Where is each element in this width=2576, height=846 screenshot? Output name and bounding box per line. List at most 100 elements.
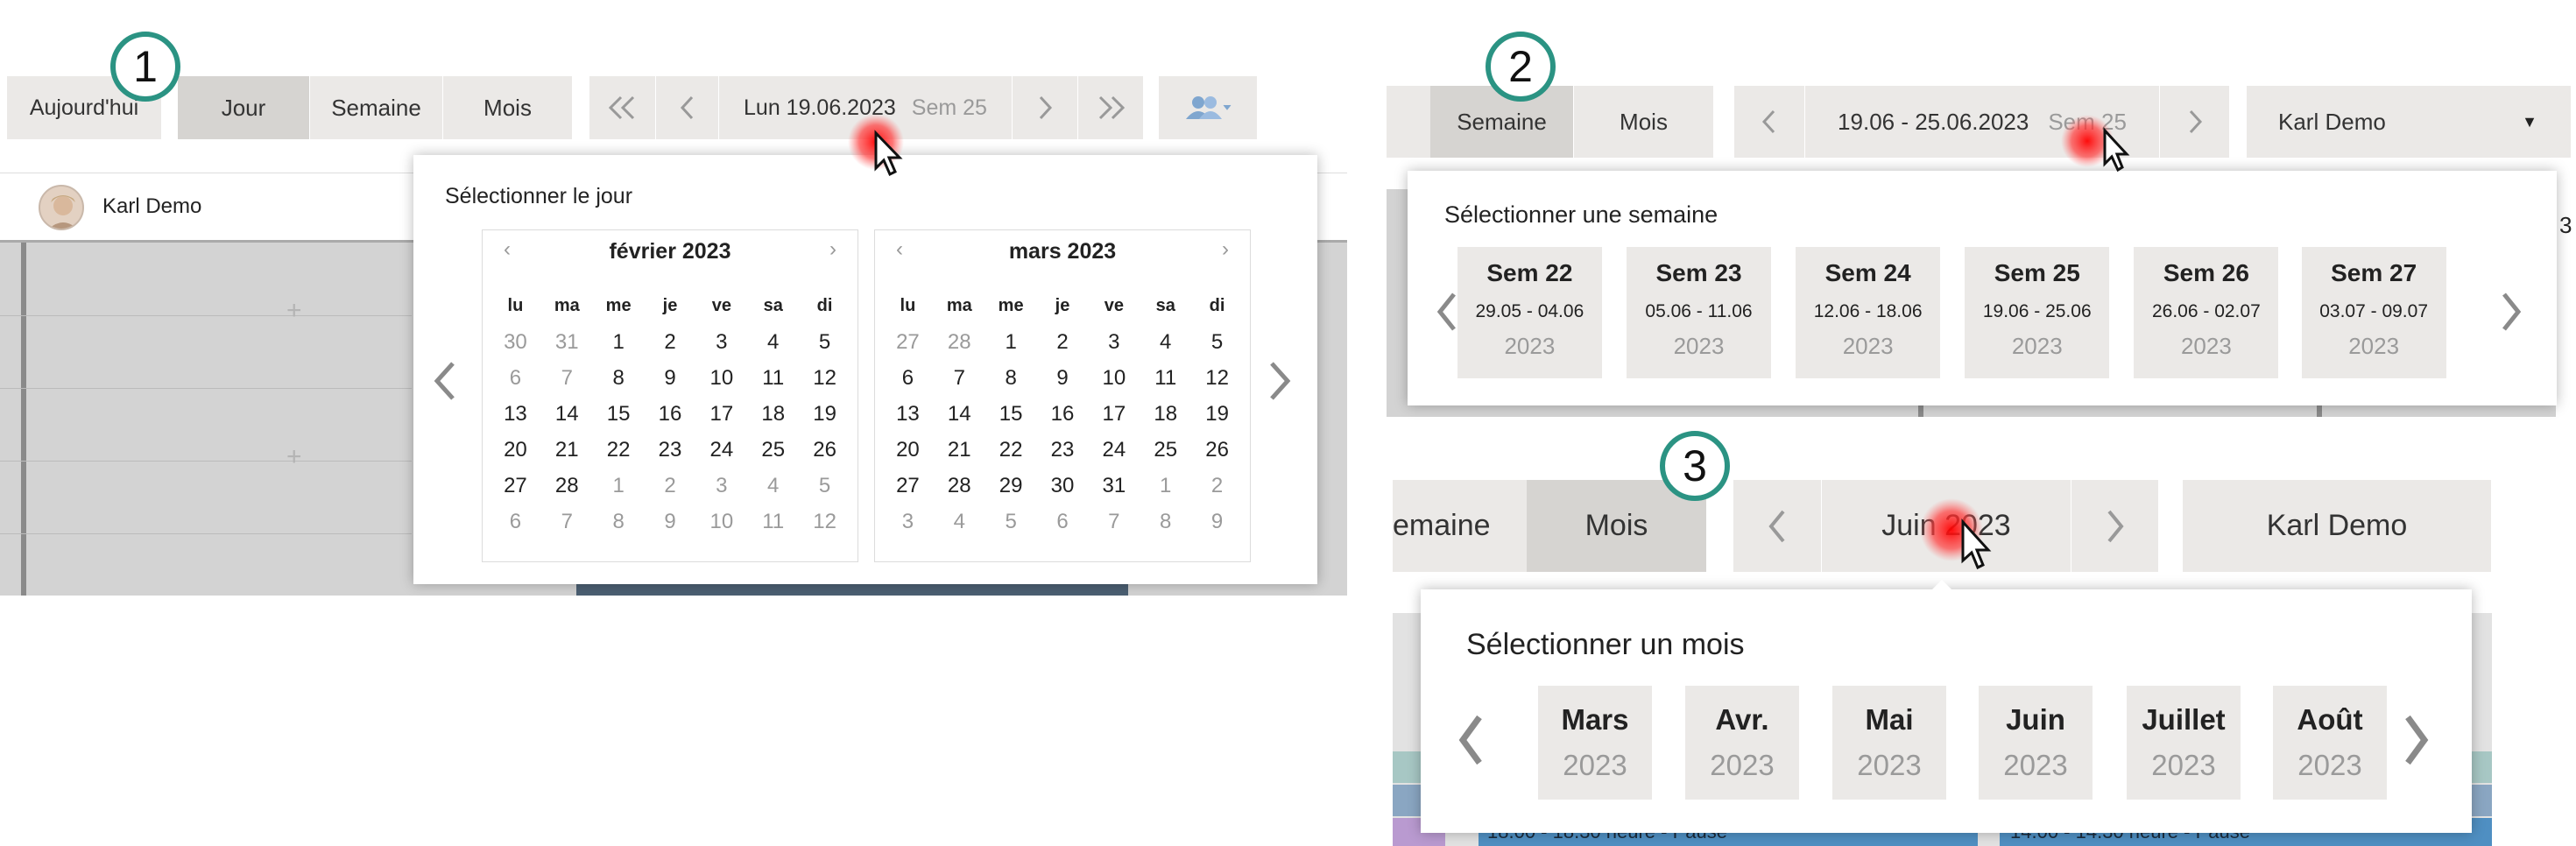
prev-day-button[interactable] xyxy=(655,76,718,139)
employee-select[interactable]: Karl Demo xyxy=(2183,480,2491,572)
calendar-day[interactable]: 6 xyxy=(1037,504,1089,539)
calendar-day[interactable]: 19 xyxy=(799,396,850,432)
calendar-day[interactable]: 16 xyxy=(1037,396,1089,432)
calendar-day[interactable]: 2 xyxy=(645,468,696,504)
calendar-day[interactable]: 16 xyxy=(645,396,696,432)
calendar-day[interactable]: 28 xyxy=(934,324,985,360)
calendar-day[interactable]: 22 xyxy=(593,432,645,468)
employee-filter-button[interactable] xyxy=(1159,76,1257,139)
calendar-day[interactable]: 23 xyxy=(645,432,696,468)
employee-select[interactable]: Karl Demo ▼ xyxy=(2247,86,2571,158)
calendar-day[interactable]: 4 xyxy=(934,504,985,539)
calendar-day[interactable]: 10 xyxy=(695,360,747,396)
week-tile[interactable]: Sem 24 12.06 - 18.06 2023 xyxy=(1796,247,1941,378)
calendar-day[interactable]: 31 xyxy=(1088,468,1140,504)
calendar-day[interactable]: 24 xyxy=(1088,432,1140,468)
calendar-day[interactable]: 7 xyxy=(541,504,593,539)
calendar-day[interactable]: 12 xyxy=(799,360,850,396)
prev-month-button[interactable] xyxy=(1733,480,1821,572)
view-week-button[interactable]: Semaine xyxy=(309,76,442,139)
calendar-day[interactable]: 13 xyxy=(882,396,934,432)
calendar-day[interactable]: 28 xyxy=(541,468,593,504)
next-arrow-icon[interactable] xyxy=(2501,292,2522,336)
calendar-day[interactable]: 24 xyxy=(695,432,747,468)
calendar-day[interactable]: 18 xyxy=(1140,396,1191,432)
calendar-day[interactable]: 10 xyxy=(695,504,747,539)
view-day-button[interactable]: Jour xyxy=(178,76,309,139)
add-shift-icon[interactable]: + xyxy=(286,296,302,326)
calendar-day[interactable]: 21 xyxy=(541,432,593,468)
calendar-next-icon[interactable]: › xyxy=(829,237,836,262)
calendar-day[interactable]: 15 xyxy=(985,396,1037,432)
prev-arrow-icon[interactable] xyxy=(1457,714,1484,771)
calendar-day[interactable]: 8 xyxy=(985,360,1037,396)
calendar-day[interactable]: 21 xyxy=(934,432,985,468)
calendar-day[interactable]: 9 xyxy=(1191,504,1243,539)
calendar-day[interactable]: 20 xyxy=(490,432,541,468)
calendar-day[interactable]: 9 xyxy=(1037,360,1089,396)
calendar-day[interactable]: 1 xyxy=(593,324,645,360)
calendar-day[interactable]: 1 xyxy=(593,468,645,504)
calendar-day[interactable]: 11 xyxy=(747,360,799,396)
calendar-day[interactable]: 12 xyxy=(1191,360,1243,396)
calendar-day[interactable]: 6 xyxy=(490,504,541,539)
calendar-day[interactable]: 5 xyxy=(799,468,850,504)
calendar-day[interactable]: 8 xyxy=(1140,504,1191,539)
calendar-day[interactable]: 27 xyxy=(490,468,541,504)
shift-block[interactable] xyxy=(576,582,1128,596)
calendar-day[interactable]: 3 xyxy=(882,504,934,539)
calendar-day[interactable]: 27 xyxy=(882,468,934,504)
calendar-day[interactable]: 20 xyxy=(882,432,934,468)
calendar-day[interactable]: 14 xyxy=(541,396,593,432)
calendar-day[interactable]: 5 xyxy=(985,504,1037,539)
calendar-day[interactable]: 8 xyxy=(593,360,645,396)
calendar-day[interactable]: 10 xyxy=(1088,360,1140,396)
calendar-day[interactable]: 7 xyxy=(934,360,985,396)
calendar-day[interactable]: 4 xyxy=(1140,324,1191,360)
calendar-day[interactable]: 6 xyxy=(882,360,934,396)
week-tile[interactable]: Sem 27 03.07 - 09.07 2023 xyxy=(2301,247,2446,378)
calendar-day[interactable]: 17 xyxy=(695,396,747,432)
calendar-day[interactable]: 27 xyxy=(882,324,934,360)
prev-week-button[interactable] xyxy=(1734,86,1804,158)
next-day-button[interactable] xyxy=(1012,76,1077,139)
calendar-day[interactable]: 31 xyxy=(541,324,593,360)
calendar-day[interactable]: 3 xyxy=(1088,324,1140,360)
calendar-day[interactable]: 17 xyxy=(1088,396,1140,432)
calendar-day[interactable]: 25 xyxy=(1140,432,1191,468)
calendar-day[interactable]: 3 xyxy=(695,468,747,504)
calendar-day[interactable]: 25 xyxy=(747,432,799,468)
next-arrow-icon[interactable] xyxy=(2403,714,2430,771)
calendar-day[interactable]: 1 xyxy=(985,324,1037,360)
calendar-day[interactable]: 12 xyxy=(799,504,850,539)
next-week-button[interactable] xyxy=(2159,86,2229,158)
calendar-day[interactable]: 2 xyxy=(1037,324,1089,360)
calendar-day[interactable]: 1 xyxy=(1140,468,1191,504)
calendar-day[interactable]: 30 xyxy=(490,324,541,360)
calendar-day[interactable]: 26 xyxy=(799,432,850,468)
calendar-day[interactable]: 28 xyxy=(934,468,985,504)
calendar-day[interactable]: 9 xyxy=(645,504,696,539)
month-tile[interactable]: Juillet 2023 xyxy=(2127,686,2241,800)
calendar-day[interactable]: 5 xyxy=(1191,324,1243,360)
week-tile[interactable]: Sem 26 26.06 - 02.07 2023 xyxy=(2134,247,2279,378)
next-month-button[interactable] xyxy=(1077,76,1143,139)
calendar-day[interactable]: 4 xyxy=(747,324,799,360)
calendar-day[interactable]: 8 xyxy=(593,504,645,539)
month-tile[interactable]: Juin 2023 xyxy=(1979,686,2093,800)
prev-month-button[interactable] xyxy=(589,76,655,139)
calendar-day[interactable]: 11 xyxy=(747,504,799,539)
calendar-day[interactable]: 19 xyxy=(1191,396,1243,432)
calendar-day[interactable]: 22 xyxy=(985,432,1037,468)
calendar-next-icon[interactable]: › xyxy=(1222,237,1229,262)
week-tile[interactable]: Sem 23 05.06 - 11.06 2023 xyxy=(1627,247,1771,378)
calendar-day[interactable]: 2 xyxy=(1191,468,1243,504)
calendar-day[interactable]: 13 xyxy=(490,396,541,432)
week-tile[interactable]: Sem 22 29.05 - 04.06 2023 xyxy=(1457,247,1602,378)
next-arrow-icon[interactable] xyxy=(1267,361,1292,405)
view-month-button[interactable]: Mois xyxy=(1573,86,1713,158)
calendar-day[interactable]: 5 xyxy=(799,324,850,360)
calendar-day[interactable]: 6 xyxy=(490,360,541,396)
week-tile[interactable]: Sem 25 19.06 - 25.06 2023 xyxy=(1965,247,2110,378)
calendar-day[interactable]: 29 xyxy=(985,468,1037,504)
